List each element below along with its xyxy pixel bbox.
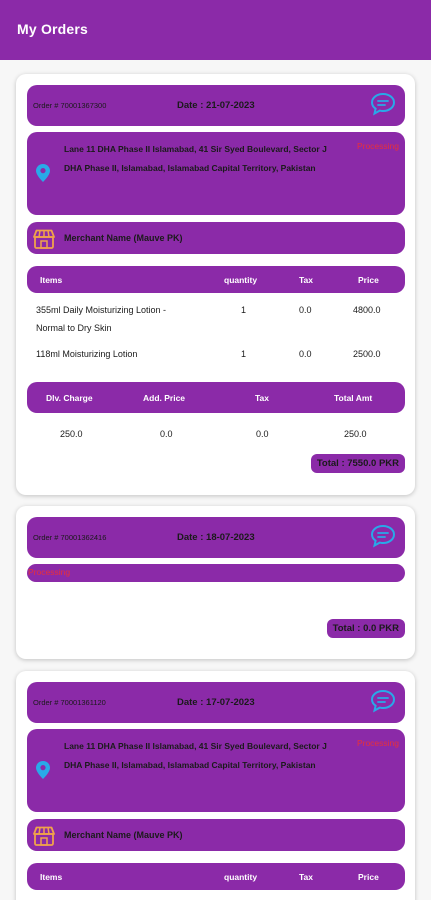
- orders-list[interactable]: Order # 70001367300 Date : 21-07-2023 La…: [0, 60, 431, 900]
- order-total: Total : 0.0 PKR: [326, 619, 405, 638]
- delivery-address: Lane 11 DHA Phase II Islamabad, 41 Sir S…: [27, 132, 405, 215]
- order-card[interactable]: Order # 70001361120 Date : 17-07-2023 La…: [16, 671, 415, 900]
- col-charge-tax: Tax: [255, 393, 270, 403]
- order-number: Order # 70001367300: [33, 101, 107, 110]
- item-price: 2500.0: [353, 349, 381, 359]
- merchant-name: Merchant Name (Mauve PK): [64, 830, 183, 840]
- col-price: Price: [358, 872, 379, 882]
- charge-tax-value: 0.0: [256, 429, 269, 439]
- order-number: Order # 70001362416: [33, 533, 107, 542]
- item-quantity: 1: [241, 349, 247, 359]
- order-card[interactable]: Order # 70001362416 Date : 18-07-2023 Pr…: [16, 506, 415, 659]
- delivery-charge-value: 250.0: [60, 429, 83, 439]
- order-status: Processing: [28, 567, 71, 577]
- item-tax: 0.0: [299, 349, 312, 359]
- col-quantity: quantity: [224, 275, 258, 285]
- shop-icon: [33, 826, 55, 846]
- address-text: Lane 11 DHA Phase II Islamabad, 41 Sir S…: [64, 144, 327, 173]
- merchant-name: Merchant Name (Mauve PK): [64, 233, 183, 243]
- col-quantity: quantity: [224, 872, 258, 882]
- item-name: 118ml Moisturizing Lotion: [36, 349, 138, 359]
- chat-bubble-icon[interactable]: [370, 689, 396, 713]
- col-price: Price: [358, 275, 379, 285]
- items-table-header: Items quantity Tax Price: [27, 863, 405, 890]
- col-delivery-charge: Dlv. Charge: [46, 393, 93, 403]
- col-add-price: Add. Price: [143, 393, 186, 403]
- delivery-address: Lane 11 DHA Phase II Islamabad, 41 Sir S…: [27, 729, 405, 812]
- order-date: Date : 18-07-2023: [177, 532, 255, 543]
- app-bar: My Orders: [0, 0, 431, 60]
- item-quantity: 1: [241, 305, 247, 315]
- col-total-amt: Total Amt: [334, 393, 373, 403]
- order-number: Order # 70001361120: [33, 698, 106, 707]
- charges-table-header: Dlv. Charge Add. Price Tax Total Amt: [27, 382, 405, 413]
- address-text: Lane 11 DHA Phase II Islamabad, 41 Sir S…: [64, 741, 327, 770]
- col-tax: Tax: [299, 872, 314, 882]
- order-header: Order # 70001362416 Date : 18-07-2023: [27, 517, 405, 558]
- order-date: Date : 17-07-2023: [177, 697, 255, 708]
- items-table-header: Items quantity Tax Price: [27, 266, 405, 293]
- merchant-row: Merchant Name (Mauve PK): [27, 222, 405, 254]
- item-tax: 0.0: [299, 305, 312, 315]
- item-name-cont: Normal to Dry Skin: [36, 323, 112, 333]
- total-amt-value: 250.0: [344, 429, 367, 439]
- order-header: Order # 70001361120 Date : 17-07-2023: [27, 682, 405, 723]
- page-title: My Orders: [17, 21, 89, 37]
- location-pin-icon: [36, 761, 50, 779]
- order-header: Order # 70001367300 Date : 21-07-2023: [27, 85, 405, 126]
- order-status: Processing: [356, 141, 399, 151]
- location-pin-icon: [36, 164, 50, 182]
- chat-bubble-icon[interactable]: [370, 92, 396, 116]
- item-price: 4800.0: [353, 305, 381, 315]
- order-card[interactable]: Order # 70001367300 Date : 21-07-2023 La…: [16, 74, 415, 495]
- col-tax: Tax: [299, 275, 314, 285]
- order-date: Date : 21-07-2023: [177, 100, 255, 111]
- order-status: Processing: [356, 738, 399, 748]
- order-total: Total : 7550.0 PKR: [310, 454, 405, 473]
- add-price-value: 0.0: [160, 429, 173, 439]
- item-name: 355ml Daily Moisturizing Lotion -: [36, 305, 167, 315]
- col-items: Items: [40, 872, 63, 882]
- col-items: Items: [40, 275, 63, 285]
- chat-bubble-icon[interactable]: [370, 524, 396, 548]
- merchant-row: Merchant Name (Mauve PK): [27, 819, 405, 851]
- shop-icon: [33, 229, 55, 249]
- status-bar: Processing: [27, 564, 405, 582]
